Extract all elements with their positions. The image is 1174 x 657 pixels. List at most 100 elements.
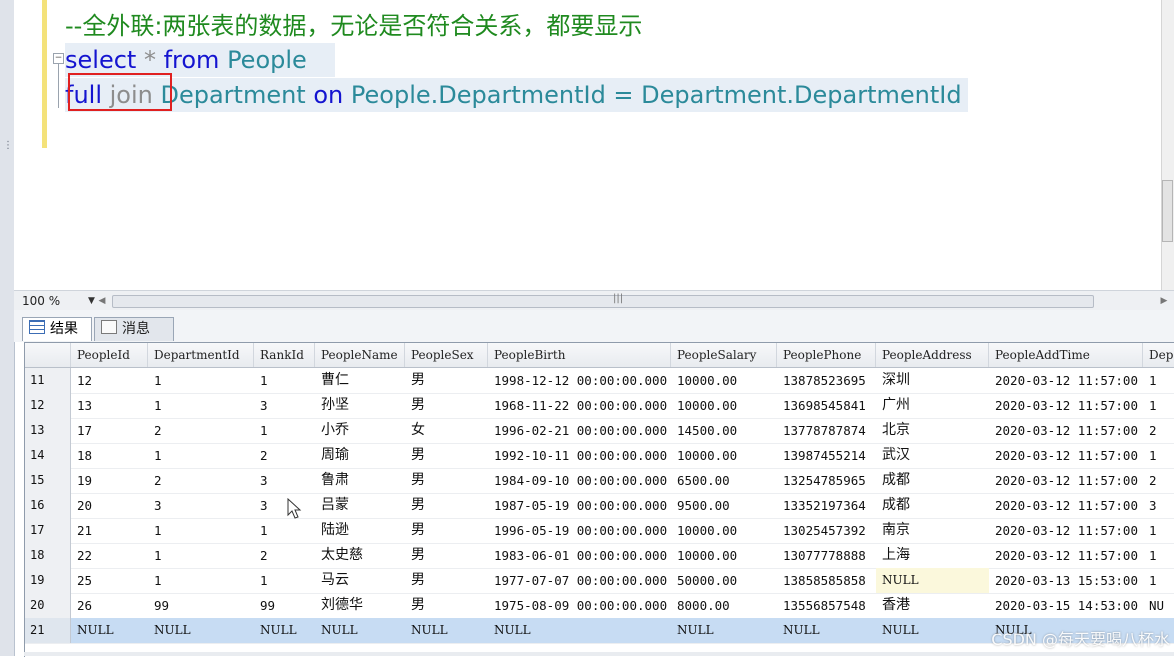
table-cell[interactable]: 1: [148, 443, 254, 468]
column-header[interactable]: PeopleSalary: [671, 343, 777, 367]
table-cell[interactable]: 2020-03-12 11:57:00: [989, 393, 1143, 418]
results-grid[interactable]: PeopleId DepartmentId RankId PeopleName Peop…: [24, 342, 1174, 657]
table-cell[interactable]: 13778787874: [777, 418, 876, 443]
table-cell[interactable]: 13878523695: [777, 368, 876, 393]
column-header[interactable]: DepartmentId: [148, 343, 254, 367]
table-cell[interactable]: 小乔: [315, 418, 405, 443]
table-cell[interactable]: 北京: [876, 418, 989, 443]
editor-horizontal-scrollbar[interactable]: ◀ ||| ▶: [96, 293, 1167, 309]
table-row[interactable]: 12 13 1 3 孙坚男 1968-11-22 00:00:00.000 10000.00…: [25, 393, 1174, 419]
column-header[interactable]: PeopleBirth: [488, 343, 671, 367]
query-editor[interactable]: − --全外联:两张表的数据，无论是否符合关系，都要显示 select * fr…: [14, 0, 1174, 290]
table-cell[interactable]: 26: [71, 593, 148, 618]
column-header[interactable]: RankId: [254, 343, 315, 367]
table-cell[interactable]: 3: [254, 493, 315, 518]
table-cell[interactable]: 10000.00: [671, 543, 777, 568]
table-cell[interactable]: 1: [148, 368, 254, 393]
table-cell[interactable]: 12: [71, 368, 148, 393]
table-cell[interactable]: 17: [71, 418, 148, 443]
table-cell[interactable]: 2020-03-15 14:53:00: [989, 593, 1143, 618]
table-cell[interactable]: 10000.00: [671, 443, 777, 468]
table-cell[interactable]: NULL: [315, 618, 405, 643]
table-cell[interactable]: 男: [405, 493, 488, 518]
table-cell[interactable]: 1: [148, 393, 254, 418]
column-header[interactable]: PeopleSex: [405, 343, 488, 367]
table-cell[interactable]: 2: [1143, 468, 1174, 493]
table-cell[interactable]: 1: [254, 518, 315, 543]
table-cell[interactable]: 1987-05-19 00:00:00.000: [488, 493, 671, 518]
table-cell[interactable]: 吕蒙: [315, 493, 405, 518]
row-number-cell[interactable]: 19: [25, 568, 71, 593]
table-cell[interactable]: 13352197364: [777, 493, 876, 518]
table-cell[interactable]: 3: [254, 393, 315, 418]
horizontal-scroll-thumb[interactable]: |||: [112, 293, 1094, 308]
table-cell[interactable]: 刘德华: [315, 593, 405, 618]
table-cell[interactable]: 1: [148, 543, 254, 568]
row-number-cell[interactable]: 13: [25, 418, 71, 443]
table-cell[interactable]: 马云: [315, 568, 405, 593]
table-cell[interactable]: 22: [71, 543, 148, 568]
table-row[interactable]: 14 18 1 2 周瑜男 1992-10-11 00:00:00.000 10000.00…: [25, 443, 1174, 469]
row-number-cell[interactable]: 16: [25, 493, 71, 518]
table-cell[interactable]: 男: [405, 593, 488, 618]
table-cell[interactable]: 男: [405, 568, 488, 593]
table-cell[interactable]: NULL: [405, 618, 488, 643]
table-cell[interactable]: NULL: [488, 618, 671, 643]
table-cell[interactable]: 1983-06-01 00:00:00.000: [488, 543, 671, 568]
table-cell[interactable]: 1992-10-11 00:00:00.000: [488, 443, 671, 468]
table-cell[interactable]: 2: [1143, 418, 1174, 443]
table-cell[interactable]: 女: [405, 418, 488, 443]
tab-results[interactable]: 结果: [22, 317, 92, 341]
table-cell[interactable]: 2020-03-12 11:57:00: [989, 518, 1143, 543]
table-cell[interactable]: 10000.00: [671, 393, 777, 418]
table-row[interactable]: 11 12 1 1 曹仁男 1998-12-12 00:00:00.000 10000.00…: [25, 368, 1174, 394]
table-cell[interactable]: 男: [405, 468, 488, 493]
table-cell[interactable]: 香港: [876, 593, 989, 618]
table-cell[interactable]: 鲁肃: [315, 468, 405, 493]
table-cell[interactable]: 1: [1143, 568, 1174, 593]
table-cell[interactable]: NULL: [876, 618, 989, 643]
table-cell[interactable]: 2020-03-12 11:57:00: [989, 368, 1143, 393]
table-cell[interactable]: 陆逊: [315, 518, 405, 543]
table-cell[interactable]: 男: [405, 393, 488, 418]
table-cell[interactable]: 1975-08-09 00:00:00.000: [488, 593, 671, 618]
table-row[interactable]: 17 21 1 1 陆逊男 1996-05-19 00:00:00.000 10000.00…: [25, 518, 1174, 544]
table-cell[interactable]: 1: [1143, 368, 1174, 393]
table-cell[interactable]: NULL: [777, 618, 876, 643]
table-cell[interactable]: 2020-03-12 11:57:00: [989, 443, 1143, 468]
table-cell[interactable]: NU: [1143, 593, 1174, 618]
editor-vertical-scrollbar[interactable]: [1161, 0, 1174, 290]
table-cell[interactable]: 上海: [876, 543, 989, 568]
table-cell[interactable]: 1984-09-10 00:00:00.000: [488, 468, 671, 493]
table-cell[interactable]: 13556857548: [777, 593, 876, 618]
table-cell[interactable]: 2020-03-12 11:57:00: [989, 418, 1143, 443]
scroll-left-icon[interactable]: ◀: [96, 293, 108, 309]
column-header[interactable]: PeoplePhone: [777, 343, 876, 367]
table-cell[interactable]: 3: [1143, 493, 1174, 518]
table-cell[interactable]: 1: [254, 418, 315, 443]
table-cell[interactable]: 2020-03-12 11:57:00: [989, 468, 1143, 493]
table-cell[interactable]: 1996-05-19 00:00:00.000: [488, 518, 671, 543]
table-cell[interactable]: 18: [71, 443, 148, 468]
column-header[interactable]: PeopleId: [71, 343, 148, 367]
editor-scroll-thumb[interactable]: [1162, 180, 1173, 242]
table-row[interactable]: 20 26 99 99 刘德华男 1975-08-09 00:00:00.000 8000.…: [25, 593, 1174, 619]
row-number-cell[interactable]: 12: [25, 393, 71, 418]
table-cell[interactable]: 1: [254, 568, 315, 593]
table-cell[interactable]: 1: [148, 568, 254, 593]
table-cell[interactable]: 2: [254, 443, 315, 468]
table-row[interactable]: 13 17 2 1 小乔女 1996-02-21 00:00:00.000 14500.00…: [25, 418, 1174, 444]
table-cell[interactable]: 南京: [876, 518, 989, 543]
table-row[interactable]: 18 22 1 2 太史慈男 1983-06-01 00:00:00.000 10000.0…: [25, 543, 1174, 569]
chevron-down-icon[interactable]: ▼: [88, 293, 95, 309]
table-cell[interactable]: 深圳: [876, 368, 989, 393]
table-cell[interactable]: 20: [71, 493, 148, 518]
table-cell[interactable]: 99: [148, 593, 254, 618]
table-cell[interactable]: NULL: [254, 618, 315, 643]
row-number-cell[interactable]: 11: [25, 368, 71, 393]
table-cell[interactable]: 2: [254, 543, 315, 568]
table-cell[interactable]: 周瑜: [315, 443, 405, 468]
table-cell[interactable]: 10000.00: [671, 368, 777, 393]
scroll-right-icon[interactable]: ▶: [1158, 293, 1170, 309]
table-cell[interactable]: 99: [254, 593, 315, 618]
